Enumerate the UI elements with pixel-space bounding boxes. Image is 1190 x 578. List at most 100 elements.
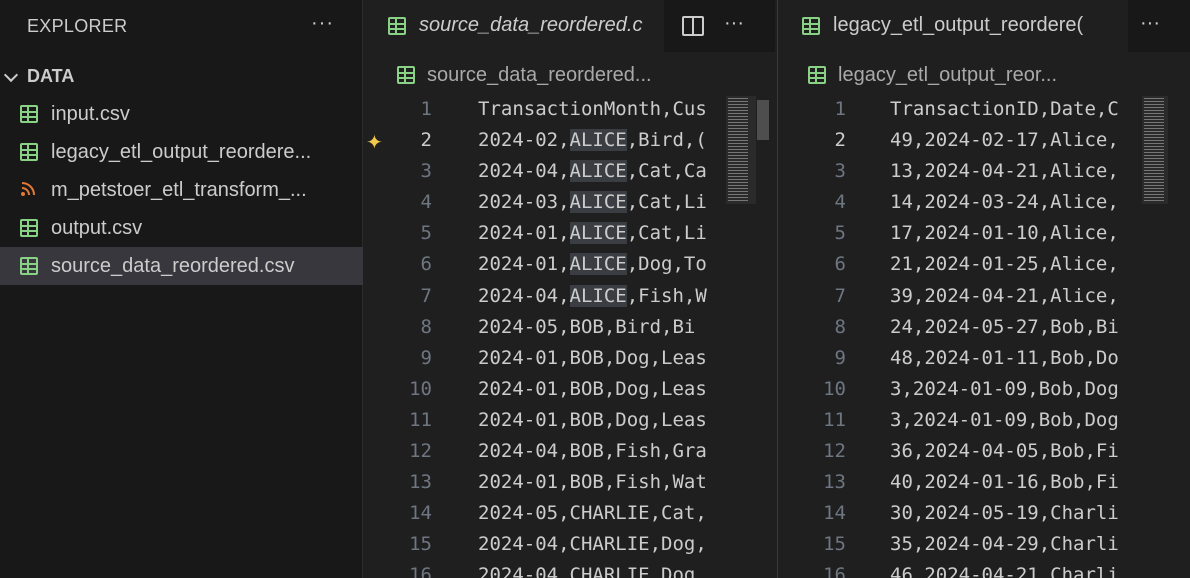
line-text: 3,2024-01-09,Bob,Dog [890, 377, 1119, 400]
text-segment: ,Bird,( [626, 129, 707, 152]
code-area[interactable]: 1 TransactionMonth,Cus ✦ 2 2024-02,ALICE,Bir… [364, 94, 775, 578]
text-segment: 2024-05,CHARLIE,Cat, [478, 502, 707, 525]
code-line[interactable]: 1 TransactionMonth,Cus [364, 94, 775, 125]
file-item-output-csv[interactable]: output.csv [0, 209, 363, 247]
line-number: 12 [823, 440, 846, 463]
line-text: 2024-05,BOB,Bird,Bi [478, 316, 695, 338]
code-line[interactable]: 8 24,2024-05-27,Bob,Bi [778, 312, 1190, 343]
text-segment: 2024-01,BOB,Dog,Leas [478, 346, 707, 369]
code-line[interactable]: 14 30,2024-05-19,Charli [778, 498, 1190, 529]
line-number: 7 [834, 284, 846, 307]
line-number: 6 [420, 253, 432, 276]
file-tree: input.csv legacy_etl_output_reordere... … [0, 95, 363, 285]
csv-file-icon [20, 143, 38, 161]
code-line[interactable]: 11 3,2024-01-09,Bob,Dog [778, 405, 1190, 436]
code-line[interactable]: 15 2024-04,CHARLIE,Dog, [364, 529, 775, 560]
search-match-highlight: ALICE [569, 222, 627, 245]
breadcrumb-file[interactable]: source_data_reordered... [427, 64, 652, 87]
line-text: 2024-01,BOB,Dog,Leas [478, 409, 707, 431]
code-line[interactable]: 11 2024-01,BOB,Dog,Leas [364, 405, 775, 436]
code-line[interactable]: 9 2024-01,BOB,Dog,Leas [364, 343, 775, 374]
editor-more-actions-button[interactable]: ··· [724, 12, 744, 35]
text-segment: TransactionMonth,Cus [478, 98, 707, 120]
code-line[interactable]: 2 49,2024-02-17,Alice, [778, 125, 1190, 156]
editor-more-actions-button[interactable]: ··· [1140, 12, 1160, 35]
code-line[interactable]: 7 2024-04,ALICE,Fish,W [364, 281, 775, 312]
scrollbar-thumb[interactable] [757, 100, 769, 140]
file-item-source-data-reordered[interactable]: source_data_reordered.csv [0, 247, 363, 285]
minimap[interactable] [1142, 96, 1168, 204]
search-match-highlight: ALICE [569, 160, 627, 183]
file-name: input.csv [51, 103, 130, 125]
csv-file-icon [20, 219, 38, 237]
line-text: TransactionID,Date,C [890, 98, 1119, 120]
code-line[interactable]: 4 2024-03,ALICE,Cat,Li [364, 187, 775, 218]
csv-file-icon [20, 105, 38, 123]
code-line[interactable]: 6 2024-01,ALICE,Dog,To [364, 249, 775, 280]
file-name: source_data_reordered.csv [51, 255, 295, 277]
code-line[interactable]: 13 40,2024-01-16,Bob,Fi [778, 467, 1190, 498]
code-line[interactable]: 5 2024-01,ALICE,Cat,Li [364, 218, 775, 249]
line-text: 2024-04,BOB,Fish,Gra [478, 440, 707, 462]
line-text: 2024-04,CHARLIE,Dog, [478, 533, 707, 555]
code-area[interactable]: 1 TransactionID,Date,C 2 49,2024-02-17,Alic… [778, 94, 1190, 578]
line-number: 11 [409, 408, 432, 431]
code-line[interactable]: 13 2024-01,BOB,Fish,Wat [364, 467, 775, 498]
file-item-input-csv[interactable]: input.csv [0, 95, 363, 133]
line-text: 2024-01,ALICE,Cat,Li [478, 222, 707, 245]
code-line[interactable]: 16 2024-04,CHARLIE,Dog, [364, 560, 775, 578]
text-segment: 2024-01,BOB,Dog,Leas [478, 408, 707, 431]
explorer-sidebar: EXPLORER ··· DATA input.csv legacy_etl_o… [0, 0, 363, 578]
csv-file-icon [802, 17, 820, 35]
code-line[interactable]: 16 46,2024-04-21,Charli [778, 560, 1190, 578]
explorer-more-actions-button[interactable]: ··· [311, 12, 334, 35]
explorer-title: EXPLORER [27, 16, 128, 36]
code-line[interactable]: 14 2024-05,CHARLIE,Cat, [364, 498, 775, 529]
code-line[interactable]: 12 36,2024-04-05,Bob,Fi [778, 436, 1190, 467]
editor-group-right: legacy_etl_output_reordere( ··· legacy_e… [777, 0, 1190, 578]
code-line[interactable]: 10 2024-01,BOB,Dog,Leas [364, 374, 775, 405]
code-line[interactable]: 3 2024-04,ALICE,Cat,Ca [364, 156, 775, 187]
folder-data-header[interactable]: DATA [0, 61, 363, 91]
line-number: 16 [409, 564, 432, 578]
line-number: 12 [409, 440, 432, 463]
code-line[interactable]: 15 35,2024-04-29,Charli [778, 529, 1190, 560]
line-text: 2024-04,CHARLIE,Dog, [478, 564, 707, 578]
code-line[interactable]: 9 48,2024-01-11,Bob,Do [778, 343, 1190, 374]
line-number: 2 [420, 129, 432, 152]
file-item-legacy-etl-output[interactable]: legacy_etl_output_reordere... [0, 133, 363, 171]
editor-group-left: source_data_reordered.c ··· source_data_… [364, 0, 775, 578]
file-item-m-petstoer-etl-transform[interactable]: m_petstoer_etl_transform_... [0, 171, 363, 209]
line-number: 7 [420, 284, 432, 307]
line-number: 15 [823, 533, 846, 556]
minimap[interactable] [726, 96, 756, 204]
search-match-highlight: ALICE [569, 253, 627, 276]
code-line[interactable]: ✦ 2 2024-02,ALICE,Bird,( [364, 125, 775, 156]
line-number: 11 [823, 408, 846, 431]
text-segment: ,Cat,Ca [626, 160, 707, 183]
line-text: 39,2024-04-21,Alice, [890, 284, 1119, 307]
text-segment: 2024-04, [478, 160, 570, 183]
text-segment: 2024-04,BOB,Fish,Gra [478, 440, 707, 463]
code-line[interactable]: 1 TransactionID,Date,C [778, 94, 1190, 125]
csv-file-icon [20, 257, 38, 275]
code-line[interactable]: 7 39,2024-04-21,Alice, [778, 281, 1190, 312]
code-line[interactable]: 4 14,2024-03-24,Alice, [778, 187, 1190, 218]
line-number: 3 [420, 160, 432, 183]
tab-source-data-reordered[interactable]: source_data_reordered.c [364, 0, 664, 52]
line-text: 46,2024-04-21,Charli [890, 564, 1119, 578]
breadcrumb-file[interactable]: legacy_etl_output_reor... [838, 64, 1057, 87]
split-editor-icon[interactable] [682, 16, 704, 36]
line-text: 48,2024-01-11,Bob,Do [890, 346, 1119, 369]
code-line[interactable]: 8 2024-05,BOB,Bird,Bi [364, 312, 775, 343]
tab-legacy-etl-output[interactable]: legacy_etl_output_reordere( [778, 0, 1128, 52]
code-line[interactable]: 6 21,2024-01-25,Alice, [778, 249, 1190, 280]
code-line[interactable]: 10 3,2024-01-09,Bob,Dog [778, 374, 1190, 405]
text-segment: 2024-04,CHARLIE,Dog, [478, 533, 707, 556]
code-line[interactable]: 12 2024-04,BOB,Fish,Gra [364, 436, 775, 467]
line-text: 2024-04,ALICE,Fish,W [478, 284, 707, 307]
line-number: 5 [420, 222, 432, 245]
code-line[interactable]: 5 17,2024-01-10,Alice, [778, 218, 1190, 249]
line-number: 8 [420, 315, 432, 338]
code-line[interactable]: 3 13,2024-04-21,Alice, [778, 156, 1190, 187]
